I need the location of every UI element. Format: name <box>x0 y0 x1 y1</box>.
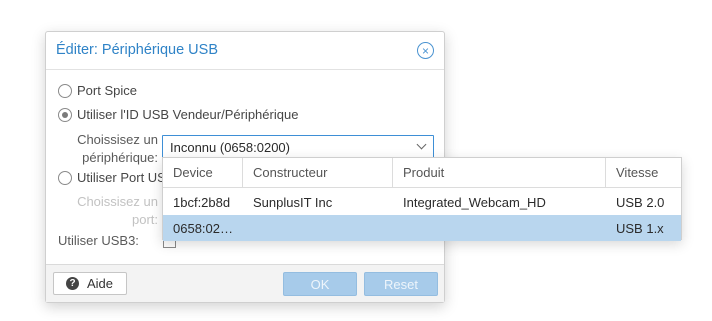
device-field-label-line1: Choissisez un <box>77 132 158 147</box>
device-field-label-line2: périphérique: <box>82 150 158 165</box>
radio-usb-port[interactable] <box>58 170 72 185</box>
dialog-title: Éditer: Périphérique USB <box>56 42 218 58</box>
option-vendor-device-label: Utiliser l'ID USB Vendeur/Périphérique <box>77 107 299 122</box>
cell-speed: USB 2.0 <box>616 194 665 210</box>
reset-button[interactable]: Reset <box>364 272 438 296</box>
help-button-label: Aide <box>87 276 114 291</box>
option-usb-port-label: Utiliser Port US <box>77 170 166 185</box>
dialog-header: Éditer: Périphérique USB × <box>46 32 444 70</box>
port-field-label: Choissisez un port: <box>58 193 158 229</box>
question-circle-icon: ? <box>66 277 79 290</box>
dialog-footer: ? Aide OK Reset <box>46 264 444 302</box>
radio-port-spice[interactable] <box>58 83 72 98</box>
help-button[interactable]: ? Aide <box>53 272 127 295</box>
port-field-label-line1: Choissisez un <box>77 194 158 209</box>
table-row[interactable]: 1bcf:2b8d SunplusIT Inc Integrated_Webca… <box>163 189 681 215</box>
chevron-down-icon[interactable] <box>416 139 427 150</box>
cell-device: 0658:02… <box>173 220 233 236</box>
column-header-vendor[interactable]: Constructeur <box>243 158 393 187</box>
option-port-spice[interactable]: Port Spice <box>58 83 137 98</box>
radio-vendor-device[interactable] <box>58 107 72 122</box>
option-vendor-device[interactable]: Utiliser l'ID USB Vendeur/Périphérique <box>58 107 298 122</box>
cell-vendor <box>243 215 393 241</box>
device-dropdown-list: Device Constructeur Produit Vitesse 1bcf… <box>162 157 682 241</box>
column-header-product[interactable]: Produit <box>393 158 606 187</box>
grid-header: Device Constructeur Produit Vitesse <box>163 158 681 188</box>
table-row-selected[interactable]: 0658:02… USB 1.x <box>163 215 681 241</box>
ok-button[interactable]: OK <box>283 272 357 296</box>
close-icon[interactable]: × <box>417 42 434 59</box>
cell-vendor: SunplusIT Inc <box>253 194 333 210</box>
option-port-spice-label: Port Spice <box>77 83 137 98</box>
column-header-device[interactable]: Device <box>163 158 243 187</box>
port-field-label-line2: port: <box>131 212 158 227</box>
cell-speed: USB 1.x <box>616 220 664 236</box>
cell-product: Integrated_Webcam_HD <box>403 194 546 210</box>
cell-product <box>393 215 606 241</box>
column-header-speed[interactable]: Vitesse <box>606 158 682 187</box>
device-combobox[interactable]: Inconnu (0658:0200) <box>162 135 434 158</box>
usb3-label: Utiliser USB3: <box>58 233 139 248</box>
device-field-label: Choissisez un périphérique: <box>58 131 158 167</box>
option-usb-port[interactable]: Utiliser Port US <box>58 170 166 185</box>
cell-device: 1bcf:2b8d <box>173 194 231 210</box>
device-combobox-value: Inconnu (0658:0200) <box>170 140 290 155</box>
